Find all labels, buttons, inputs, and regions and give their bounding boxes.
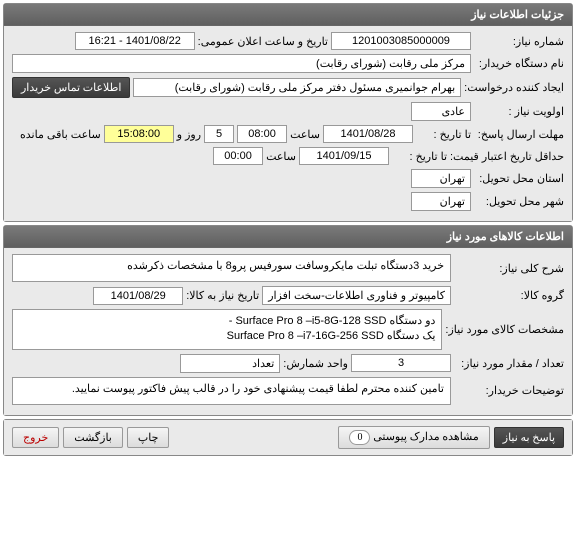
remain-text: ساعت باقی مانده [20, 128, 101, 141]
min-validity-date: 1401/09/15 [299, 147, 389, 165]
qty-label: تعداد / مقدار مورد نیاز: [454, 357, 564, 370]
panel-footer: پاسخ به نیاز مشاهده مدارک پیوستی 0 چاپ ب… [3, 419, 573, 456]
need-date-label: تاریخ نیاز به کالا: [186, 289, 259, 302]
panel-body-goods: شرح کلی نیاز: خرید 3دستگاه تبلت مایکروسا… [4, 248, 572, 415]
deadline-label: مهلت ارسال پاسخ: [474, 128, 564, 141]
qty-value: 3 [351, 354, 451, 372]
deadline-to-label: تا تاریخ : [416, 128, 471, 141]
creator-label: ایجاد کننده درخواست: [464, 81, 564, 94]
days-and-label: روز و [177, 128, 201, 141]
buyer-label: نام دستگاه خریدار: [474, 57, 564, 70]
need-date-value: 1401/08/29 [93, 287, 183, 305]
reply-button[interactable]: پاسخ به نیاز [494, 427, 564, 448]
attachments-button[interactable]: مشاهده مدارک پیوستی 0 [338, 426, 489, 449]
deadline-time: 08:00 [237, 125, 287, 143]
city-label: شهر محل تحویل: [474, 195, 564, 208]
min-validity-label: حداقل تاریخ اعتبار قیمت: [450, 150, 564, 163]
note-label: توضیحات خریدار: [454, 384, 564, 397]
need-number-label: شماره نیاز: [474, 35, 564, 48]
panel-goods-info: اطلاعات کالاهای مورد نیاز شرح کلی نیاز: … [3, 225, 573, 416]
contact-buyer-button[interactable]: اطلاعات تماس خریدار [12, 77, 130, 98]
panel-need-details: جزئیات اطلاعات نیاز شماره نیاز: 12010030… [3, 3, 573, 222]
desc-value: خرید 3دستگاه تبلت مایکروسافت سورفیس پرو8… [12, 254, 451, 282]
city-value: تهران [411, 192, 471, 211]
panel-body-details: شماره نیاز: 1201003085000009 تاریخ و ساع… [4, 26, 572, 221]
print-button[interactable]: چاپ [127, 427, 170, 448]
footer-body: پاسخ به نیاز مشاهده مدارک پیوستی 0 چاپ ب… [4, 420, 572, 455]
spec-label: مشخصات کالای مورد نیاز: [445, 323, 564, 336]
buyer-value: مرکز ملی رقابت (شورای رقابت) [12, 54, 471, 73]
province-value: تهران [411, 169, 471, 188]
min-validity-to: تا تاریخ : [392, 150, 447, 163]
desc-label: شرح کلی نیاز: [454, 262, 564, 275]
deadline-time-label: ساعت [290, 128, 320, 141]
min-validity-time-label: ساعت [266, 150, 296, 163]
priority-label: اولویت نیاز : [474, 105, 564, 118]
priority-value: عادی [411, 102, 471, 121]
exit-button[interactable]: خروج [12, 427, 59, 448]
remain-time: 15:08:00 [104, 125, 174, 143]
announce-value: 1401/08/22 - 16:21 [75, 32, 195, 50]
spec-value: دو دستگاه Surface Pro 8 –i5-8G-128 SSD -… [12, 309, 442, 350]
back-button[interactable]: بازگشت [63, 427, 123, 448]
unit-value: تعداد [180, 354, 280, 373]
days-count: 5 [204, 125, 234, 143]
note-value: تامین کننده محترم لطفا قیمت پیشنهادی خود… [12, 377, 451, 405]
panel-header-details: جزئیات اطلاعات نیاز [4, 4, 572, 26]
attachments-count: 0 [349, 430, 370, 445]
min-validity-time: 00:00 [213, 147, 263, 165]
province-label: استان محل تحویل: [474, 172, 564, 185]
unit-label: واحد شمارش: [283, 357, 348, 370]
need-number-value: 1201003085000009 [331, 32, 471, 50]
group-label: گروه کالا: [454, 289, 564, 302]
creator-value: بهرام جوانمیری مسئول دفتر مرکز ملی رقابت… [133, 78, 461, 97]
deadline-date: 1401/08/28 [323, 125, 413, 143]
panel-header-goods: اطلاعات کالاهای مورد نیاز [4, 226, 572, 248]
attachments-label: مشاهده مدارک پیوستی [373, 431, 479, 443]
group-value: کامپیوتر و فناوری اطلاعات-سخت افزار [262, 286, 451, 305]
announce-label: تاریخ و ساعت اعلان عمومی: [198, 35, 328, 48]
